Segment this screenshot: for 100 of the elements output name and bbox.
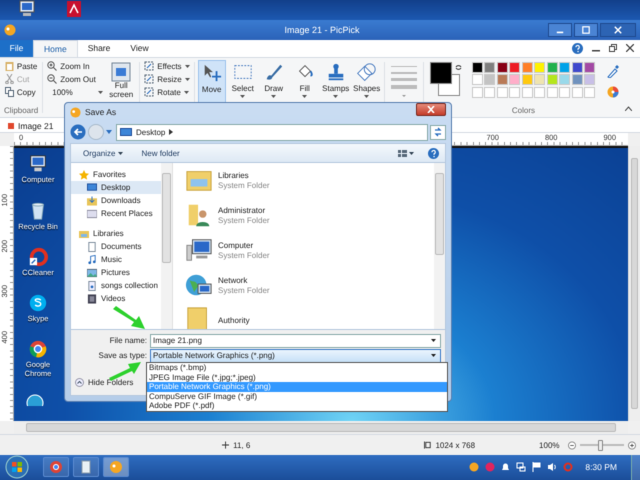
tray-icon[interactable]: [469, 462, 480, 472]
nav-item[interactable]: Music: [71, 253, 161, 266]
star-icon: [79, 170, 89, 180]
color-swatch[interactable]: [472, 74, 483, 86]
color-swatch[interactable]: [522, 74, 533, 86]
help-icon[interactable]: [572, 42, 583, 54]
color-swatch[interactable]: [509, 62, 520, 73]
view-options-icon[interactable]: [398, 148, 414, 158]
network-icon[interactable]: [516, 462, 526, 472]
chevron-icon[interactable]: [169, 129, 174, 135]
color-swatch[interactable]: [484, 62, 496, 73]
file-type-dropdown[interactable]: Portable Network Graphics (*.png): [150, 348, 441, 362]
select-tool-button[interactable]: Select: [228, 60, 257, 108]
organize-button[interactable]: Organize: [83, 148, 124, 158]
nav-item[interactable]: Favorites: [71, 168, 161, 181]
nav-item[interactable]: Libraries: [71, 227, 161, 240]
color-swatch[interactable]: [559, 62, 570, 73]
file-type-option[interactable]: JPEG Image File (*.jpg;*.jpeg): [147, 372, 447, 382]
file-type-option[interactable]: Bitmaps (*.bmp): [147, 363, 447, 373]
taskbar-app-button[interactable]: [103, 457, 129, 478]
nav-item[interactable]: Desktop: [71, 181, 161, 194]
new-folder-button[interactable]: New folder: [141, 148, 180, 158]
flag-icon[interactable]: [532, 462, 542, 472]
caret-icon: [364, 94, 370, 98]
color-swatch[interactable]: [472, 62, 483, 73]
color-swatch[interactable]: [484, 74, 496, 86]
hide-folders-button[interactable]: Hide Folders: [75, 378, 139, 387]
image-tool-button[interactable]: Effects: [144, 60, 190, 73]
color-swatch[interactable]: [496, 62, 508, 73]
ribbon-tab[interactable]: View: [120, 40, 159, 57]
color-swatch[interactable]: [546, 74, 558, 86]
nav-item[interactable]: Downloads: [71, 194, 161, 207]
color-swatch[interactable]: [509, 74, 520, 86]
ribbon-tab[interactable]: Home: [33, 40, 78, 57]
color-swatch[interactable]: [572, 74, 583, 86]
color-swatch[interactable]: [534, 62, 546, 73]
file-name-field[interactable]: Image 21.png: [150, 334, 441, 348]
color-swatch[interactable]: [522, 62, 533, 73]
start-button[interactable]: [5, 455, 29, 480]
taskbar-app-button[interactable]: [43, 457, 69, 478]
fill-tool-button[interactable]: Fill: [290, 60, 319, 108]
primary-color-swatch[interactable]: [430, 62, 452, 84]
stamps-tool-button[interactable]: Stamps: [322, 60, 350, 108]
folder-item[interactable]: Libraries System Folder: [185, 166, 434, 194]
back-icon[interactable]: [70, 124, 86, 140]
file-list-scrollbar[interactable]: [434, 163, 445, 329]
taskbar-app-button[interactable]: [73, 457, 99, 478]
color-swatch[interactable]: [584, 62, 596, 73]
nav-item[interactable]: songs collection: [71, 279, 161, 292]
file-type-option[interactable]: CompuServe GIF Image (*.gif): [147, 392, 447, 402]
shapes-tool-button[interactable]: Shapes: [352, 60, 381, 108]
color-swatch[interactable]: [496, 74, 508, 86]
folder-item[interactable]: Network System Folder: [185, 271, 434, 299]
zoom-in-icon[interactable]: [628, 440, 636, 450]
bell-icon[interactable]: [501, 462, 510, 472]
nav-item[interactable]: Recent Places: [71, 207, 161, 220]
speaker-icon[interactable]: [547, 462, 558, 472]
color-wheel-icon[interactable]: [607, 86, 620, 98]
film-icon: [87, 294, 97, 304]
eyedropper-icon[interactable]: [607, 64, 620, 78]
image-tool-button[interactable]: Resize: [144, 72, 190, 86]
nav-item[interactable]: Videos: [71, 292, 161, 305]
close-icon[interactable]: [626, 44, 634, 52]
zoom-out-button[interactable]: Zoom Out: [47, 72, 104, 86]
color-swatch[interactable]: [546, 62, 558, 73]
color-swatch[interactable]: [534, 74, 546, 86]
nav-scrollbar[interactable]: [161, 163, 173, 329]
nav-item[interactable]: Pictures: [71, 266, 161, 279]
collapse-ribbon-icon[interactable]: [625, 106, 632, 112]
zoom-in-button[interactable]: Zoom In: [47, 60, 104, 73]
color-swatch[interactable]: [572, 62, 583, 73]
folder-item[interactable]: Computer System Folder: [185, 236, 434, 264]
image-tool-button[interactable]: Rotate: [144, 86, 190, 99]
help-icon[interactable]: [428, 148, 439, 158]
zoom-out-icon[interactable]: [568, 440, 576, 450]
color-swatch[interactable]: [559, 74, 570, 86]
document-tab[interactable]: Image 21: [4, 119, 58, 132]
maximize-button[interactable]: [574, 22, 598, 37]
ribbon-tab[interactable]: Share: [78, 40, 120, 57]
close-button[interactable]: [416, 103, 446, 116]
color-swatch[interactable]: [584, 74, 596, 86]
show-desktop-button[interactable]: [631, 454, 640, 480]
copy-button[interactable]: Copy: [4, 86, 38, 99]
nav-item[interactable]: Documents: [71, 240, 161, 253]
file-menu-button[interactable]: File: [0, 40, 33, 57]
minimize-button[interactable]: [548, 22, 572, 37]
draw-tool-button[interactable]: Draw: [260, 60, 288, 108]
path-segment[interactable]: Desktop: [136, 128, 166, 136]
paste-button[interactable]: Paste: [4, 60, 38, 73]
refresh-button[interactable]: [430, 124, 446, 140]
folder-item[interactable]: Authority: [185, 306, 434, 329]
folder-item[interactable]: Administrator System Folder: [185, 201, 434, 229]
clock[interactable]: 8:30 PM: [585, 462, 617, 472]
swap-icon[interactable]: [454, 64, 462, 71]
file-type-option[interactable]: Adobe PDF (*.pdf): [147, 401, 447, 411]
close-button[interactable]: [600, 22, 636, 37]
address-bar[interactable]: Desktop: [116, 124, 428, 140]
restore-icon[interactable]: [609, 44, 617, 52]
folder-type: System Folder: [218, 216, 270, 224]
zoom-dropdown[interactable]: 100%: [47, 86, 104, 99]
